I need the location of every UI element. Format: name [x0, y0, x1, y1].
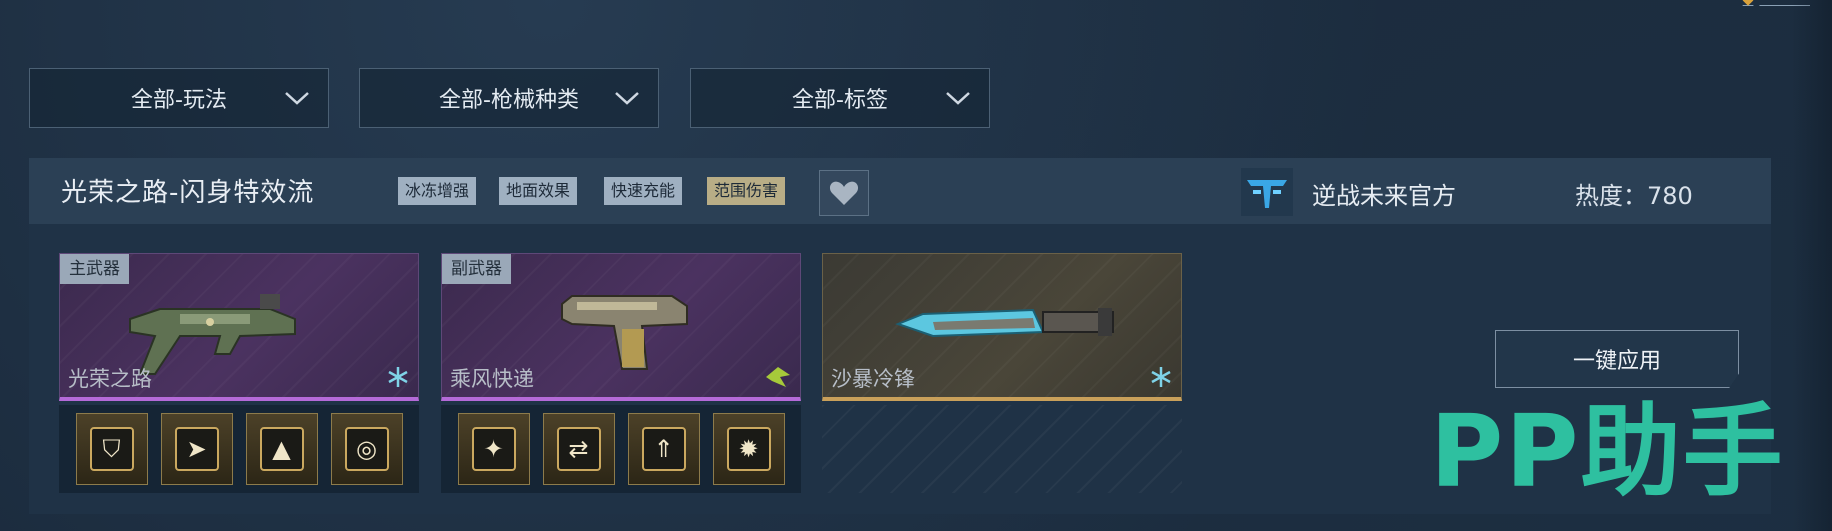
mod-slot[interactable]: ➤ [160, 413, 233, 485]
arrow-mod-icon: ➤ [174, 427, 219, 471]
knife-icon [895, 308, 1114, 338]
spike-mod-icon: ▲ [259, 427, 304, 471]
up-arrow-mod-icon: ⇑ [641, 427, 686, 471]
mod-slot[interactable]: ✹ [712, 413, 785, 485]
burst-mod-icon: ✦ [471, 427, 516, 471]
mod-slot[interactable]: ✦ [457, 413, 530, 485]
primary-weapon-slot[interactable]: 主武器 光荣之路 [59, 253, 419, 401]
swap-mod-icon: ⇄ [556, 427, 601, 471]
lightning-icon [766, 367, 790, 387]
primary-mods: ⛉ ➤ ▲ ◎ [59, 405, 419, 493]
weapon-name: 乘风快递 [450, 367, 534, 391]
mod-slot[interactable]: ⇑ [627, 413, 700, 485]
heart-icon [829, 181, 859, 205]
loadout-title: 光荣之路-闪身特效流 [61, 178, 315, 208]
chevron-down-icon [946, 92, 970, 105]
mod-slot[interactable]: ⇄ [542, 413, 615, 485]
shield-mod-icon: ⛉ [89, 427, 134, 471]
diamond-icon: ◆ [1742, 0, 1754, 8]
secondary-weapon-slot[interactable]: 副武器 乘风快递 [441, 253, 801, 401]
author-logo-icon [1241, 168, 1293, 216]
filter-label: 全部-枪械种类 [439, 88, 579, 113]
mod-slot[interactable]: ▲ [245, 413, 318, 485]
tag: 快速充能 [604, 177, 683, 205]
tag: 地面效果 [499, 177, 578, 205]
weapon-name: 沙暴冷锋 [831, 367, 915, 391]
melee-weapon-slot[interactable]: 沙暴冷锋 [822, 253, 1182, 401]
filter-label: 全部-标签 [792, 88, 888, 113]
apply-button[interactable]: 一键应用 [1495, 330, 1739, 388]
heat-value: 热度：780 [1575, 182, 1693, 210]
filter-playstyle[interactable]: 全部-玩法 [29, 68, 329, 128]
slot-badge: 主武器 [60, 254, 129, 284]
star-mod-icon: ✹ [726, 427, 771, 471]
filter-tags[interactable]: 全部-标签 [690, 68, 990, 128]
tag: 范围伤害 [707, 177, 786, 205]
filter-label: 全部-玩法 [131, 88, 227, 113]
mod-slot[interactable]: ◎ [330, 413, 403, 485]
snowflake-icon [388, 367, 408, 387]
chevron-down-icon [285, 92, 309, 105]
melee-mods-empty [822, 405, 1182, 493]
target-mod-icon: ◎ [344, 427, 389, 471]
watermark: PP助手 [1430, 393, 1785, 510]
secondary-mods: ✦ ⇄ ⇑ ✹ [441, 405, 801, 493]
loadout-header: 光荣之路-闪身特效流 冰冻增强 地面效果 快速充能 范围伤害 逆战未来官方 热度… [29, 158, 1771, 224]
tag: 冰冻增强 [398, 177, 477, 205]
pistol-icon [561, 295, 688, 370]
snowflake-icon [1151, 367, 1171, 387]
mod-slot[interactable]: ⛉ [75, 413, 148, 485]
filter-weapon-type[interactable]: 全部-枪械种类 [359, 68, 659, 128]
author-name[interactable]: 逆战未来官方 [1312, 176, 1456, 211]
chevron-down-icon [615, 92, 639, 105]
weapon-name: 光荣之路 [68, 367, 152, 391]
favorite-button[interactable] [819, 170, 869, 216]
slot-badge: 副武器 [442, 254, 511, 284]
